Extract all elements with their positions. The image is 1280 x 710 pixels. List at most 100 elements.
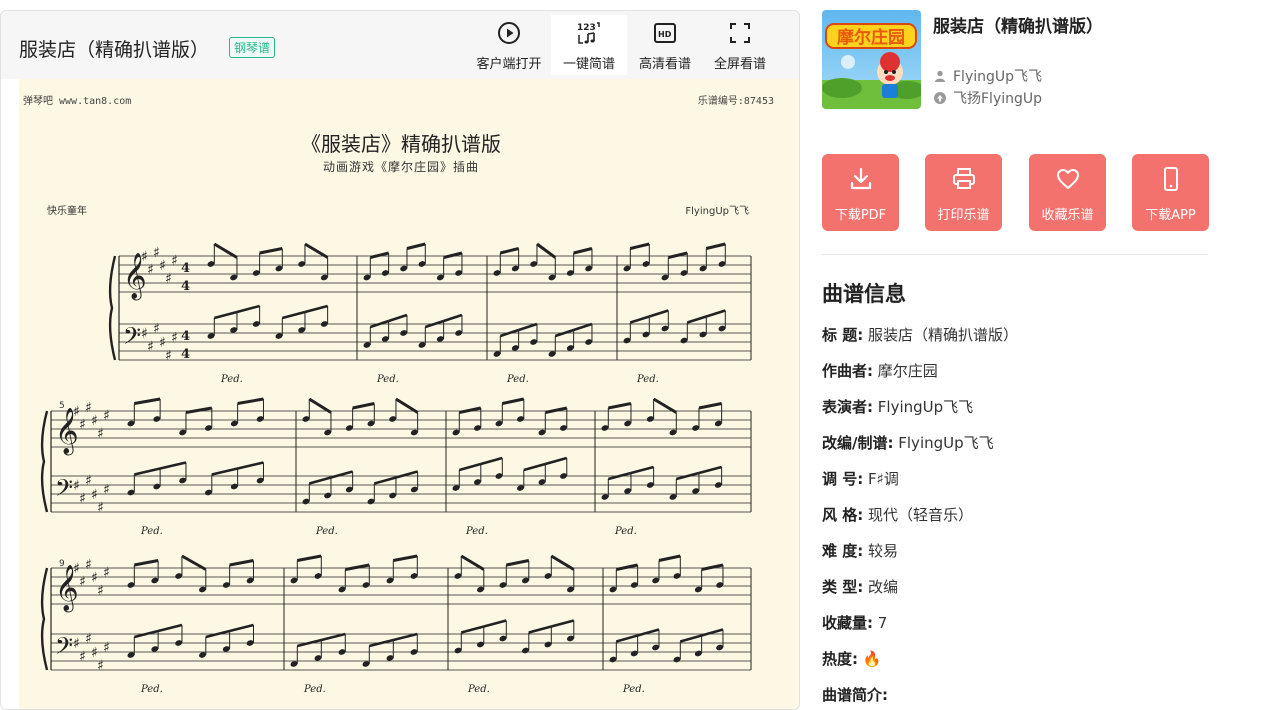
note-beam xyxy=(134,397,161,405)
pedal-marking: Ped. xyxy=(636,374,659,385)
open-in-client-button[interactable]: 客户端打开 xyxy=(471,15,547,75)
note-beam xyxy=(320,632,346,642)
note-beam xyxy=(667,251,688,259)
key-sharp: ♯ xyxy=(147,262,154,278)
info-row-type: 类 型: 改编 xyxy=(822,576,898,597)
sheet-subtitle: 动画游戏《摩尔庄园》插曲 xyxy=(323,159,479,174)
pedal-marking: Ped. xyxy=(622,684,645,695)
note-beam xyxy=(698,402,722,410)
info-row-intro: 曲谱简介: xyxy=(822,684,888,705)
info-key: 标 题: xyxy=(822,326,864,344)
pedal-marking: Ped. xyxy=(140,684,163,695)
piano-brace xyxy=(108,255,117,361)
key-sharp: ♯ xyxy=(79,417,86,433)
score-viewer: 服装店（精确扒谱版） 钢琴谱 客户端打开 123 一键简谱 HD 高清看谱 全屏… xyxy=(0,10,800,710)
pedal-marking: Ped. xyxy=(315,526,338,537)
note-beam xyxy=(345,563,370,571)
hd-icon: HD xyxy=(654,23,676,43)
hd-view-button[interactable]: HD 高清看谱 xyxy=(627,15,703,75)
info-row-arranger: 改编/制谱: FlyingUp飞飞 xyxy=(822,432,994,453)
note-beam xyxy=(550,554,575,571)
time-signature-top: 4 xyxy=(181,329,190,344)
sheet-music-page[interactable]: 弹琴吧 www.tan8.com 乐谱编号:87453 《服装店》精确扒谱版 动… xyxy=(19,79,799,709)
numbered-notation-button[interactable]: 123 一键简谱 xyxy=(551,15,627,75)
pedal-marking: Ped. xyxy=(140,526,163,537)
info-heading: 曲谱信息 xyxy=(822,282,906,306)
score-number: 乐谱编号:87453 xyxy=(698,94,774,107)
info-value: 服装店（精确扒谱版） xyxy=(868,326,1019,344)
note-beam xyxy=(698,465,722,475)
key-sharp: ♯ xyxy=(165,271,172,287)
heat-fire-icon: 🔥 xyxy=(862,650,882,668)
note-beam xyxy=(679,634,702,643)
info-value: 较易 xyxy=(868,542,899,560)
download-pdf-button[interactable]: 下载PDF xyxy=(822,154,899,231)
info-value: FlyingUp飞飞 xyxy=(898,434,994,452)
note-beam xyxy=(652,397,678,414)
info-key: 作曲者: xyxy=(822,362,873,380)
note-beam xyxy=(630,465,654,475)
note-beam xyxy=(281,310,306,320)
favorite-score-button[interactable]: 收藏乐谱 xyxy=(1029,154,1106,231)
key-sharp: ♯ xyxy=(147,339,154,355)
info-row-title: 标 题: 服装店（精确扒谱版） xyxy=(822,324,1018,345)
download-app-button[interactable]: 下载APP xyxy=(1132,154,1209,231)
info-key: 曲谱简介: xyxy=(822,686,888,704)
hd-view-label: 高清看谱 xyxy=(638,57,691,72)
time-signature-bottom: 4 xyxy=(181,279,190,294)
section-divider xyxy=(822,254,1208,255)
info-key: 类 型: xyxy=(822,578,864,596)
key-sharp: ♯ xyxy=(171,253,178,269)
sheet-left-caption: 快乐童年 xyxy=(47,204,87,217)
note-beam xyxy=(573,322,593,332)
svg-text:HD: HD xyxy=(658,30,672,39)
note-beam xyxy=(229,559,254,567)
time-signature-bottom: 4 xyxy=(181,347,190,362)
info-key: 改编/制谱: xyxy=(822,434,894,452)
note-beam xyxy=(308,476,332,485)
note-beam xyxy=(528,625,552,634)
note-beam xyxy=(518,322,538,332)
note-beam xyxy=(236,304,260,314)
phone-icon xyxy=(1163,167,1178,191)
sheet-right-caption: FlyingUp飞飞 xyxy=(685,206,749,217)
favorite-score-label: 收藏乐谱 xyxy=(1041,208,1094,223)
note-beam xyxy=(705,309,726,318)
source-line[interactable]: 飞扬FlyingUp xyxy=(934,88,1042,108)
note-beam xyxy=(388,313,408,323)
info-key: 难 度: xyxy=(822,542,864,560)
fullscreen-label: 全屏看谱 xyxy=(713,57,766,72)
note-beam xyxy=(134,559,159,567)
info-value: FlyingUp飞飞 xyxy=(877,398,974,416)
bass-clef: 𝄢 xyxy=(123,322,141,355)
note-beam xyxy=(297,554,322,562)
uploader-line[interactable]: FlyingUp飞飞 xyxy=(934,66,1042,86)
source-name: 飞扬FlyingUp xyxy=(953,91,1043,107)
print-score-button[interactable]: 打印乐谱 xyxy=(925,154,1002,231)
note-beam xyxy=(237,397,264,405)
note-beam xyxy=(460,554,485,571)
pedal-marking: Ped. xyxy=(220,374,243,385)
key-sharp: ♯ xyxy=(97,426,104,442)
info-value: 摩尔庄园 xyxy=(877,362,938,380)
fullscreen-button[interactable]: 全屏看谱 xyxy=(702,15,778,75)
open-in-client-label: 客户端打开 xyxy=(476,57,542,72)
note-beam xyxy=(443,251,463,259)
piano-brace xyxy=(40,410,49,513)
note-beam xyxy=(648,309,669,318)
download-icon xyxy=(850,167,871,190)
heart-icon xyxy=(1056,169,1079,189)
note-beam xyxy=(573,247,593,255)
note-beam xyxy=(213,310,238,320)
note-beam xyxy=(608,402,632,410)
album-cover-image: 摩尔庄园 xyxy=(822,10,921,109)
note-beam xyxy=(392,632,418,642)
category-badge: 钢琴谱 xyxy=(229,37,276,58)
info-value: 改编 xyxy=(868,578,899,596)
user-icon xyxy=(935,70,945,82)
sheet-title: 《服装店》精确扒谱版 xyxy=(301,132,501,156)
svg-text:摩尔庄园: 摩尔庄园 xyxy=(837,27,905,48)
key-sharp: ♯ xyxy=(97,583,104,599)
pedal-marking: Ped. xyxy=(376,374,399,385)
note-beam xyxy=(629,315,650,324)
